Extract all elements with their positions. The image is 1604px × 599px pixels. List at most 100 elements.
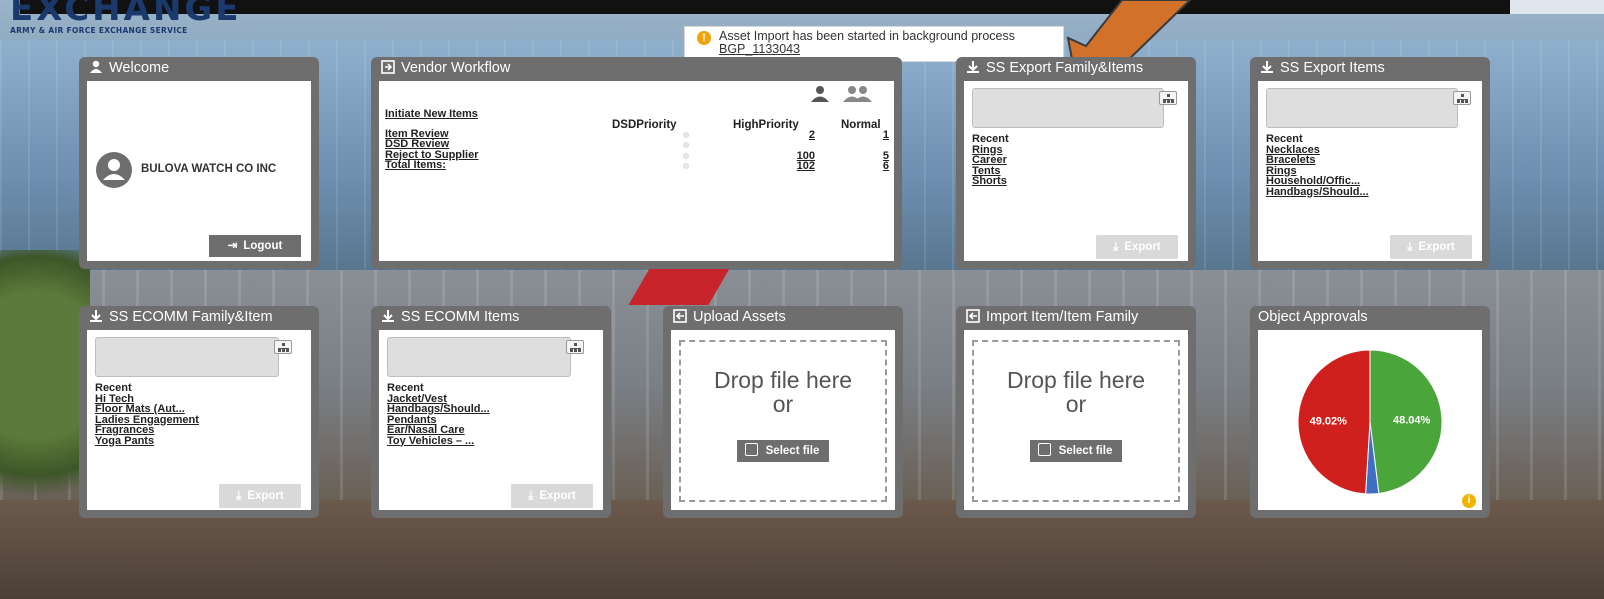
recent-item[interactable]: Household/Offic... bbox=[1266, 176, 1369, 187]
user-icon bbox=[90, 60, 102, 73]
info-icon[interactable]: i bbox=[1462, 494, 1476, 508]
info-icon: ! bbox=[697, 31, 711, 45]
recent-item[interactable]: Ear/Nasal Care bbox=[387, 425, 490, 436]
import-item-widget: Import Item/Item Family Drop file here o… bbox=[956, 306, 1196, 518]
recent-item[interactable]: Toy Vehicles – ... bbox=[387, 435, 490, 447]
items-search-input[interactable] bbox=[1266, 88, 1471, 128]
notification-text: Asset Import has been started in backgro… bbox=[719, 29, 1015, 43]
exchange-logo: EXCHANGE ARMY & AIR FORCE EXCHANGE SERVI… bbox=[10, 0, 242, 35]
export-label: Export bbox=[247, 490, 284, 502]
recent-label: Recent bbox=[387, 382, 424, 394]
ss-ecomm-family-widget: SS ECOMM Family&Item Recent Hi Tech Floo… bbox=[79, 306, 319, 518]
download-icon bbox=[382, 310, 394, 322]
tree-browse-icon[interactable] bbox=[1453, 91, 1471, 105]
or-text: or bbox=[1065, 391, 1087, 417]
welcome-widget: Welcome BULOVA WATCH CO INC ⇥ Logout bbox=[79, 57, 319, 269]
initiate-new-items-link[interactable]: Initiate New Items bbox=[385, 109, 478, 120]
total-items-link[interactable]: Total Items: bbox=[385, 160, 446, 171]
logout-icon: ⇥ bbox=[227, 240, 238, 252]
recent-item[interactable]: Handbags/Should... bbox=[387, 404, 490, 415]
object-approvals-title: Object Approvals bbox=[1258, 309, 1368, 325]
or-text: or bbox=[772, 391, 794, 417]
recent-label: Recent bbox=[972, 133, 1009, 145]
export-button[interactable]: ⤓ Export bbox=[1096, 235, 1178, 259]
import-icon bbox=[673, 309, 687, 323]
column-dsd-priority: DSDPriority bbox=[612, 119, 677, 131]
ss-ecomm-items-widget: SS ECOMM Items Recent Jacket/Vest Handba… bbox=[371, 306, 611, 518]
total-high-count[interactable]: 102 bbox=[779, 160, 815, 172]
select-file-label: Select file bbox=[1058, 445, 1113, 457]
item-review-high-count[interactable]: 2 bbox=[779, 129, 815, 141]
avatar-icon bbox=[96, 152, 132, 188]
approvals-pie-chart: 48.04% 49.02% bbox=[1297, 349, 1443, 495]
family-search-input[interactable] bbox=[972, 88, 1177, 128]
recent-item[interactable]: Career bbox=[972, 155, 1009, 166]
download-icon bbox=[967, 61, 979, 73]
download-icon: ⤓ bbox=[528, 490, 534, 502]
vendor-workflow-title: Vendor Workflow bbox=[401, 60, 511, 76]
file-drop-zone[interactable]: Drop file here or Select file bbox=[679, 340, 887, 502]
logo-title: EXCHANGE bbox=[10, 0, 242, 29]
dsd-review-link[interactable]: DSD Review bbox=[385, 139, 449, 150]
import-icon bbox=[966, 309, 980, 323]
notification-process-link[interactable]: BGP_1133043 bbox=[719, 42, 800, 56]
import-item-title: Import Item/Item Family bbox=[986, 309, 1139, 325]
ss-export-items-widget: SS Export Items Recent Necklaces Bracele… bbox=[1250, 57, 1490, 269]
drop-text: Drop file here bbox=[1006, 367, 1146, 393]
search-icon bbox=[744, 443, 758, 456]
export-label: Export bbox=[539, 490, 576, 502]
logout-button[interactable]: ⇥ Logout bbox=[209, 235, 301, 257]
select-file-button[interactable]: Select file bbox=[736, 440, 830, 462]
export-button[interactable]: ⤓ Export bbox=[511, 484, 593, 508]
user-name: BULOVA WATCH CO INC bbox=[141, 163, 277, 175]
select-file-label: Select file bbox=[765, 445, 820, 457]
tree-browse-icon[interactable] bbox=[566, 340, 584, 354]
welcome-title: Welcome bbox=[109, 60, 170, 76]
export-label: Export bbox=[1124, 241, 1161, 253]
recent-item[interactable]: Fragrances bbox=[95, 425, 199, 436]
ss-export-family-title: SS Export Family&Items bbox=[986, 60, 1144, 76]
drop-text: Drop file here bbox=[713, 367, 853, 393]
export-button[interactable]: ⤓ Export bbox=[1390, 235, 1472, 259]
download-icon bbox=[1261, 61, 1273, 73]
logout-label: Logout bbox=[243, 240, 283, 252]
recent-item[interactable]: Handbags/Should... bbox=[1266, 186, 1369, 198]
recent-item[interactable]: Yoga Pants bbox=[95, 435, 199, 447]
object-approvals-widget: Object Approvals 48.04% 49.02% i bbox=[1250, 306, 1490, 518]
dsd-indicator bbox=[683, 142, 689, 148]
ss-export-family-widget: SS Export Family&Items Recent Rings Care… bbox=[956, 57, 1196, 269]
recent-item[interactable]: Bracelets bbox=[1266, 155, 1369, 166]
download-icon: ⤓ bbox=[1113, 241, 1119, 253]
ecomm-items-search-input[interactable] bbox=[387, 337, 584, 377]
item-review-normal-count[interactable]: 1 bbox=[853, 129, 889, 141]
file-drop-zone[interactable]: Drop file here or Select file bbox=[972, 340, 1180, 502]
dsd-indicator bbox=[683, 132, 689, 138]
tree-browse-icon[interactable] bbox=[274, 340, 292, 354]
upload-assets-title: Upload Assets bbox=[693, 309, 786, 325]
dsd-indicator bbox=[683, 153, 689, 159]
recent-item[interactable]: Floor Mats (Aut... bbox=[95, 404, 199, 415]
vendor-workflow-widget: Vendor Workflow Initiate New Items DSDPr… bbox=[371, 57, 902, 269]
ss-ecomm-family-title: SS ECOMM Family&Item bbox=[109, 309, 273, 325]
group-users-icon[interactable] bbox=[841, 85, 875, 103]
single-user-icon[interactable] bbox=[809, 85, 831, 103]
search-icon bbox=[1037, 443, 1051, 456]
download-icon: ⤓ bbox=[1407, 241, 1413, 253]
upload-assets-widget: Upload Assets Drop file here or Select f… bbox=[663, 306, 903, 518]
ecomm-family-search-input[interactable] bbox=[95, 337, 292, 377]
export-button[interactable]: ⤓ Export bbox=[219, 484, 301, 508]
recent-label: Recent bbox=[1266, 133, 1303, 145]
total-normal-count[interactable]: 6 bbox=[853, 160, 889, 172]
ss-ecomm-items-title: SS ECOMM Items bbox=[401, 309, 520, 325]
select-file-button[interactable]: Select file bbox=[1029, 440, 1123, 462]
dsd-indicator bbox=[683, 163, 689, 169]
download-icon: ⤓ bbox=[236, 490, 242, 502]
export-label: Export bbox=[1418, 241, 1455, 253]
recent-item[interactable]: Shorts bbox=[972, 176, 1009, 187]
pie-slice-label: 49.02% bbox=[1310, 416, 1348, 428]
tree-browse-icon[interactable] bbox=[1159, 91, 1177, 105]
workflow-icon bbox=[381, 60, 395, 74]
pie-slice-label: 48.04% bbox=[1393, 414, 1431, 426]
ss-export-items-title: SS Export Items bbox=[1280, 60, 1385, 76]
recent-label: Recent bbox=[95, 382, 132, 394]
